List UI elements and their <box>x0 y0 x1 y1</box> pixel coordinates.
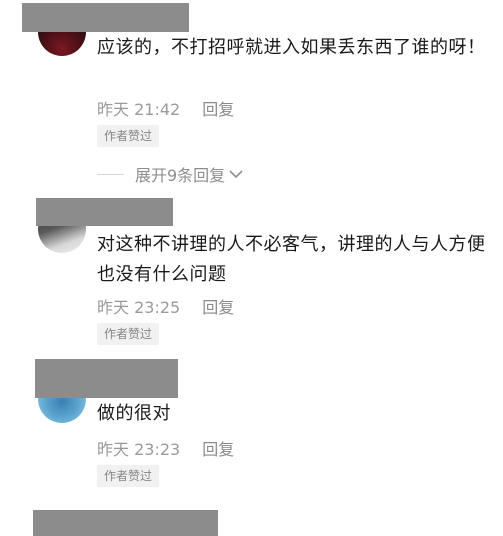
comment-text: 应该的，不打招呼就进入如果丢东西了谁的呀！ <box>97 37 486 58</box>
redacted-username <box>35 359 178 398</box>
comment-time: 昨天 23:25 <box>97 298 181 317</box>
comment-time: 昨天 23:23 <box>97 440 181 459</box>
author-liked-badge: 作者赞过 <box>97 125 160 147</box>
expand-replies-label: 展开9条回复 <box>135 166 226 185</box>
expand-replies-button[interactable]: 展开9条回复 <box>97 162 243 186</box>
redacted-username <box>33 510 218 536</box>
redacted-username <box>36 198 173 226</box>
redacted-username <box>22 3 189 32</box>
author-liked-badge: 作者赞过 <box>97 465 160 487</box>
chevron-down-icon <box>229 170 243 179</box>
reply-button[interactable]: 回复 <box>202 440 234 459</box>
comment-text: 做的很对 <box>97 403 171 424</box>
comment-meta: 昨天 23:23 回复 <box>97 436 234 460</box>
reply-button[interactable]: 回复 <box>202 298 234 317</box>
comment-time: 昨天 21:42 <box>97 100 181 119</box>
comment-meta: 昨天 23:25 回复 <box>97 294 234 318</box>
comment-text: 对这种不讲理的人不必客气，讲理的人与人方便也没有什么问题 <box>97 234 486 285</box>
divider-line <box>97 173 124 175</box>
author-liked-badge: 作者赞过 <box>97 323 160 345</box>
comment-meta: 昨天 21:42 回复 <box>97 96 234 120</box>
reply-button[interactable]: 回复 <box>202 100 234 119</box>
